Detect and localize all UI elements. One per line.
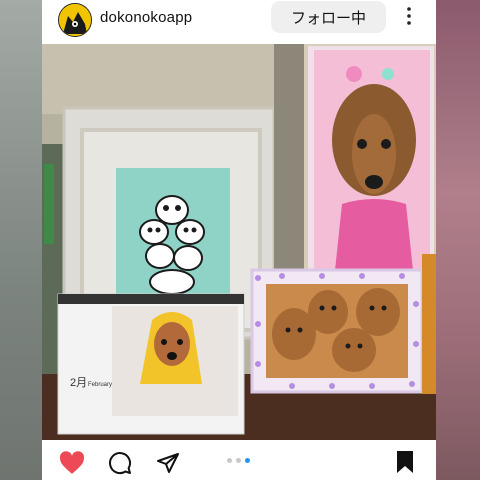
background-left: [0, 0, 42, 480]
carousel-dot-active: [245, 458, 250, 463]
mascot-logo-icon: [59, 4, 91, 36]
calendar-month-en: February: [88, 382, 112, 388]
carousel-dot: [236, 458, 241, 463]
profile-avatar[interactable]: [58, 3, 92, 37]
instagram-post: dokonokoapp フォロー中 2月 February: [42, 0, 436, 480]
username[interactable]: dokonokoapp: [100, 9, 192, 26]
bookmark-icon[interactable]: [394, 450, 416, 474]
more-options-icon[interactable]: [404, 6, 414, 26]
heart-icon[interactable]: [59, 451, 85, 475]
action-bar: [42, 440, 436, 480]
calendar-month-jp: 2月: [70, 377, 87, 389]
post-header: dokonokoapp フォロー中: [42, 0, 436, 44]
share-icon[interactable]: [156, 451, 180, 475]
post-image[interactable]: 2月 February: [42, 44, 436, 440]
background-right: [436, 0, 480, 480]
carousel-dot: [227, 458, 232, 463]
carousel-indicator: [227, 458, 250, 463]
post-photo-illustration: 2月 February: [42, 44, 436, 440]
following-button[interactable]: フォロー中: [271, 1, 386, 33]
comment-icon[interactable]: [108, 451, 132, 475]
